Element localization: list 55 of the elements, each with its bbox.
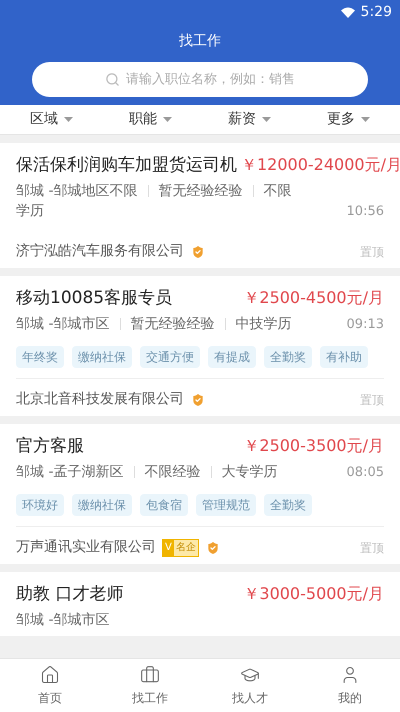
wifi-icon (340, 6, 355, 18)
job-title: 助教 口才老师 (16, 583, 124, 606)
home-icon (40, 664, 60, 684)
caret-icon (361, 117, 370, 122)
job-title: 官方客服 (16, 435, 84, 458)
salary: ￥12000-24000元/月 (241, 154, 400, 176)
job-info: 邹城 -孟子湖新区 不限经验 大专学历 (16, 463, 278, 482)
search-icon (105, 72, 120, 87)
caret-icon (163, 117, 172, 122)
job-card[interactable]: 保活保利润购车加盟货运司机 ￥12000-24000元/月 邹城 -邹城地区不限 暂无经验经验 不限学历 10:56 济宁泓皓汽车服务有限公司 置顶 (0, 143, 400, 268)
job-card[interactable]: 助教 口才老师 ￥3000-5000元/月 邹城 -邹城市区 (0, 572, 400, 636)
benefit-tag: 全勤奖 (264, 346, 312, 368)
job-info: 邹城 -邹城地区不限 暂无经验经验 不限学历 (16, 182, 293, 221)
tab-bar-item[interactable]: 我的 (300, 659, 400, 712)
salary: ￥3000-5000元/月 (243, 583, 384, 605)
benefit-tag: 缴纳社保 (72, 346, 132, 368)
job-card[interactable]: 官方客服 ￥2500-3500元/月 邹城 -孟子湖新区 不限经验 大专学历 08:05 环境好 缴纳社保 包食宿 管理规范 全勤奖 万声通讯实业有限公司 V 名企 置顶 (0, 424, 400, 564)
job-info: 邹城 -邹城市区 暂无经验经验 中技学历 (16, 315, 292, 334)
job-card[interactable]: 移动10085客服专员 ￥2500-4500元/月 邹城 -邹城市区 暂无经验经验 中技学历 09:13 年终奖 缴纳社保 交通方便 有提成 全勤奖 有补助 北京北音科技发展有限公司 置顶 (0, 276, 400, 416)
filter-dropdown[interactable]: 区域 (30, 109, 73, 130)
benefit-tag: 缴纳社保 (72, 494, 132, 516)
filter-dropdown[interactable]: 更多 (327, 109, 370, 130)
tab-bar-item[interactable]: 首页 (0, 659, 100, 712)
salary: ￥2500-4500元/月 (243, 287, 384, 309)
tab-bar-item[interactable]: 找工作 (100, 659, 200, 712)
tab-bar-item[interactable]: 找人才 (200, 659, 300, 712)
benefit-tag: 年终奖 (16, 346, 64, 368)
benefit-tag: 包食宿 (140, 494, 188, 516)
benefit-tag: 有补助 (320, 346, 368, 368)
job-title: 移动10085客服专员 (16, 287, 172, 310)
post-time: 09:13 (346, 316, 384, 334)
caret-icon (262, 117, 271, 122)
job-info: 邹城 -邹城市区 (16, 611, 110, 630)
benefit-tag: 全勤奖 (264, 494, 312, 516)
filter-dropdown[interactable]: 职能 (129, 109, 172, 130)
post-time: 08:05 (346, 464, 384, 482)
filter-dropdown[interactable]: 薪资 (228, 109, 271, 130)
famous-company-badge: V 名企 (162, 538, 199, 556)
post-time: 10:56 (346, 202, 384, 220)
benefit-tag: 环境好 (16, 494, 64, 516)
pinned-label: 置顶 (360, 540, 384, 556)
caret-icon (64, 117, 73, 122)
benefit-tag: 管理规范 (196, 494, 256, 516)
job-title: 保活保利润购车加盟货运司机 (16, 154, 237, 177)
clock: 5:29 (360, 2, 392, 22)
company-name: 万声通讯实业有限公司 (16, 538, 156, 557)
company-name: 济宁泓皓汽车服务有限公司 (16, 242, 184, 261)
benefit-tag: 交通方便 (140, 346, 200, 368)
page-title: 找工作 (179, 32, 221, 50)
briefcase-icon (140, 664, 160, 684)
pinned-label: 置顶 (360, 392, 384, 408)
salary: ￥2500-3500元/月 (243, 435, 384, 457)
company-name: 北京北音科技发展有限公司 (16, 390, 184, 409)
benefit-tag: 有提成 (208, 346, 256, 368)
pinned-label: 置顶 (360, 244, 384, 260)
